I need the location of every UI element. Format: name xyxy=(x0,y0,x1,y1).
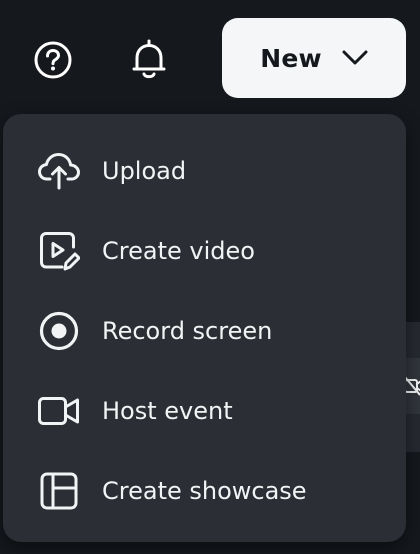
menu-item-host-event[interactable]: Host event xyxy=(3,371,406,451)
menu-item-label: Record screen xyxy=(102,317,273,345)
video-edit-icon xyxy=(36,228,82,274)
notifications-button[interactable] xyxy=(125,36,173,84)
help-button[interactable] xyxy=(29,36,77,84)
menu-item-record-screen[interactable]: Record screen xyxy=(3,291,406,371)
menu-item-label: Host event xyxy=(102,397,233,425)
video-camera-icon xyxy=(36,388,82,434)
menu-item-label: Create showcase xyxy=(102,477,307,505)
new-dropdown-menu: Upload Create video Record screen Host e… xyxy=(3,114,406,542)
menu-item-upload[interactable]: Upload xyxy=(3,131,406,211)
new-button[interactable]: New xyxy=(222,18,406,98)
video-off-icon xyxy=(404,376,420,396)
record-icon xyxy=(36,308,82,354)
menu-item-label: Create video xyxy=(102,237,255,265)
menu-item-create-showcase[interactable]: Create showcase xyxy=(3,451,406,531)
question-circle-icon xyxy=(34,41,72,79)
showcase-layout-icon xyxy=(36,468,82,514)
app-canvas: New Upload Create video Record screen Ho… xyxy=(0,0,420,554)
cloud-upload-icon xyxy=(36,148,82,194)
menu-item-label: Upload xyxy=(102,157,187,185)
new-button-label: New xyxy=(260,43,322,73)
chevron-down-icon xyxy=(342,50,368,65)
bell-icon xyxy=(132,39,166,79)
menu-item-create-video[interactable]: Create video xyxy=(3,211,406,291)
